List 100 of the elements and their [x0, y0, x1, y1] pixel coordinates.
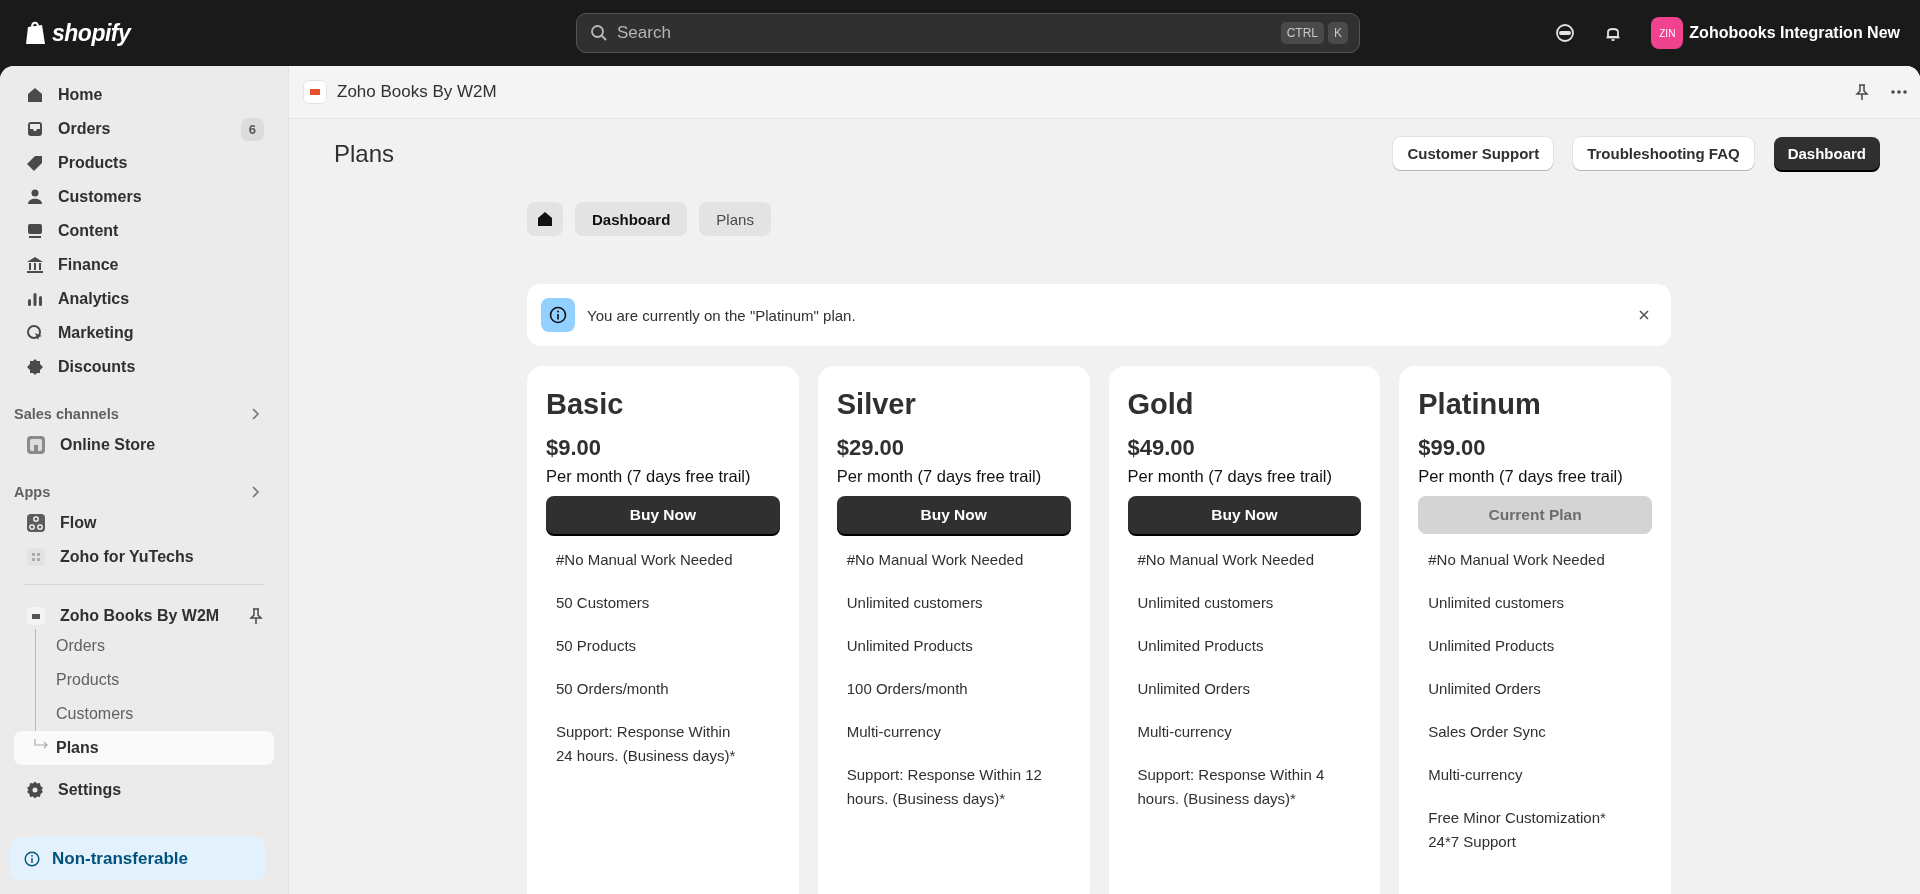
info-icon — [24, 850, 40, 867]
search-icon — [590, 24, 608, 42]
plan-feature: #No Manual Work Needed — [846, 550, 1025, 570]
plan-feature: #No Manual Work Needed — [1137, 550, 1315, 570]
nav-sub-item[interactable]: Products — [36, 663, 274, 697]
plan-name: Basic — [546, 388, 625, 421]
plan-feature: Multi-currency — [846, 722, 942, 742]
pin-icon[interactable] — [1854, 83, 1870, 101]
plan-period: Per month (7 days free trail) — [1127, 467, 1333, 486]
plan-name: Silver — [836, 388, 917, 421]
plan-feature: Unlimited customers — [846, 593, 984, 613]
plan-feature: Unlimited Orders — [1137, 679, 1252, 699]
bank-icon — [26, 256, 44, 274]
plan-feature: 100 Orders/month — [846, 679, 969, 699]
tree-arrow-icon — [34, 739, 50, 751]
plan-feature: Unlimited Products — [846, 636, 974, 656]
plan-price: $99.00 — [1418, 435, 1487, 461]
plan-button[interactable]: Buy Now — [546, 496, 780, 534]
section-title: Apps — [14, 484, 51, 500]
home-button[interactable] — [527, 202, 563, 236]
nav-item[interactable]: Zoho for YuTechs — [14, 540, 274, 574]
shopping-bag-icon — [24, 20, 48, 46]
flow-icon — [26, 513, 46, 533]
plan-feature: #No Manual Work Needed — [556, 550, 734, 570]
shortcut-key: CTRL — [1280, 22, 1324, 44]
notice-text: Non-transferable — [52, 848, 189, 869]
brand-logo[interactable]: shopify — [52, 19, 131, 47]
plan-name: Platinum — [1418, 388, 1542, 421]
tag-icon — [26, 154, 44, 172]
content-icon — [26, 222, 44, 240]
plan-feature: Multi-currency — [1137, 722, 1233, 742]
breadcrumb-button[interactable]: Dashboard — [575, 202, 688, 236]
pin-icon[interactable] — [248, 607, 264, 625]
nav-item[interactable]: Products — [14, 146, 274, 180]
plan-feature: Free Minor Customization* 24*7 Support — [1428, 808, 1607, 852]
plan-feature: Unlimited Products — [1428, 636, 1556, 656]
app-icon — [26, 606, 46, 626]
home-icon — [26, 86, 44, 104]
nav-sub-item[interactable]: Orders — [36, 629, 274, 663]
plan-feature: 50 Customers — [556, 593, 651, 613]
nav-item[interactable]: Marketing — [14, 316, 274, 350]
count-badge: 6 — [240, 117, 264, 141]
plan-button[interactable]: Buy Now — [1127, 496, 1362, 534]
info-icon — [541, 298, 575, 332]
nav-item[interactable]: Online Store — [14, 428, 274, 462]
plan-name: Gold — [1127, 388, 1195, 421]
plan-period: Per month (7 days free trail) — [1418, 467, 1624, 486]
chevron-right-icon[interactable] — [250, 408, 260, 420]
bars-icon — [26, 290, 44, 308]
nav-item[interactable]: Finance — [14, 248, 274, 282]
chevron-right-icon[interactable] — [250, 486, 260, 498]
close-icon[interactable] — [1637, 308, 1651, 322]
plan-period: Per month (7 days free trail) — [836, 467, 1043, 486]
person-icon — [26, 188, 44, 206]
plan-feature: Unlimited Products — [1137, 636, 1265, 656]
app-title: Zoho Books By W2M — [337, 82, 497, 102]
more-icon[interactable] — [1890, 89, 1908, 95]
nav-item[interactable]: Discounts — [14, 350, 274, 384]
banner-text: You are currently on the "Platinum" plan. — [587, 306, 857, 324]
plan-period: Per month (7 days free trail) — [546, 467, 752, 486]
store-icon — [26, 435, 46, 455]
plan-feature: 50 Products — [556, 636, 638, 656]
plan-feature: Support: Response Within 24 hours. (Business days)* — [556, 722, 737, 766]
plan-feature: Multi-currency — [1428, 765, 1524, 785]
action-button[interactable]: Dashboard — [1773, 137, 1880, 170]
plan-feature: Support: Response Within 4 hours. (Business days)* — [1137, 765, 1326, 809]
store-avatar[interactable]: ZIN — [1651, 17, 1684, 49]
nav-item[interactable]: Flow — [14, 506, 274, 540]
plan-price: $29.00 — [836, 435, 906, 461]
plan-feature: 50 Orders/month — [556, 679, 670, 699]
plan-feature: #No Manual Work Needed — [1428, 550, 1606, 570]
app-name[interactable]: Zoho Books By W2M — [60, 607, 234, 625]
nav-sub-item[interactable]: Customers — [36, 697, 274, 731]
app-icon — [303, 80, 327, 104]
nav-item[interactable]: Analytics — [14, 282, 274, 316]
nav-item[interactable]: Home — [14, 78, 274, 112]
breadcrumb-button[interactable]: Plans — [699, 202, 771, 236]
plan-button[interactable]: Buy Now — [836, 496, 1071, 534]
plan-feature: Unlimited Orders — [1428, 679, 1542, 699]
page-title: Plans — [334, 139, 395, 168]
plan-price: $9.00 — [546, 435, 603, 461]
plan-feature: Sales Order Sync — [1428, 722, 1547, 742]
plan-price: $49.00 — [1127, 435, 1196, 461]
action-button[interactable]: Troubleshooting FAQ — [1573, 137, 1754, 170]
nav-item[interactable]: Content — [14, 214, 274, 248]
section-title: Sales channels — [14, 406, 119, 422]
home-icon — [537, 211, 553, 227]
grid-icon — [26, 547, 46, 567]
plan-feature: Support: Response Within 12 hours. (Business days)* — [846, 765, 1043, 809]
plan-feature: Unlimited customers — [1137, 593, 1275, 613]
nav-item[interactable]: Customers — [14, 180, 274, 214]
orders-icon — [26, 120, 44, 138]
store-name[interactable]: Zohobooks Integration New — [1689, 24, 1900, 42]
nav-item[interactable]: Orders 6 — [14, 112, 274, 146]
settings-icon — [26, 781, 44, 799]
discount-icon — [26, 358, 44, 376]
settings-item[interactable]: Settings — [14, 773, 274, 807]
nav-sub-item[interactable]: Plans — [14, 731, 274, 765]
plan-feature: Unlimited customers — [1428, 593, 1566, 613]
action-button[interactable]: Customer Support — [1393, 137, 1554, 170]
